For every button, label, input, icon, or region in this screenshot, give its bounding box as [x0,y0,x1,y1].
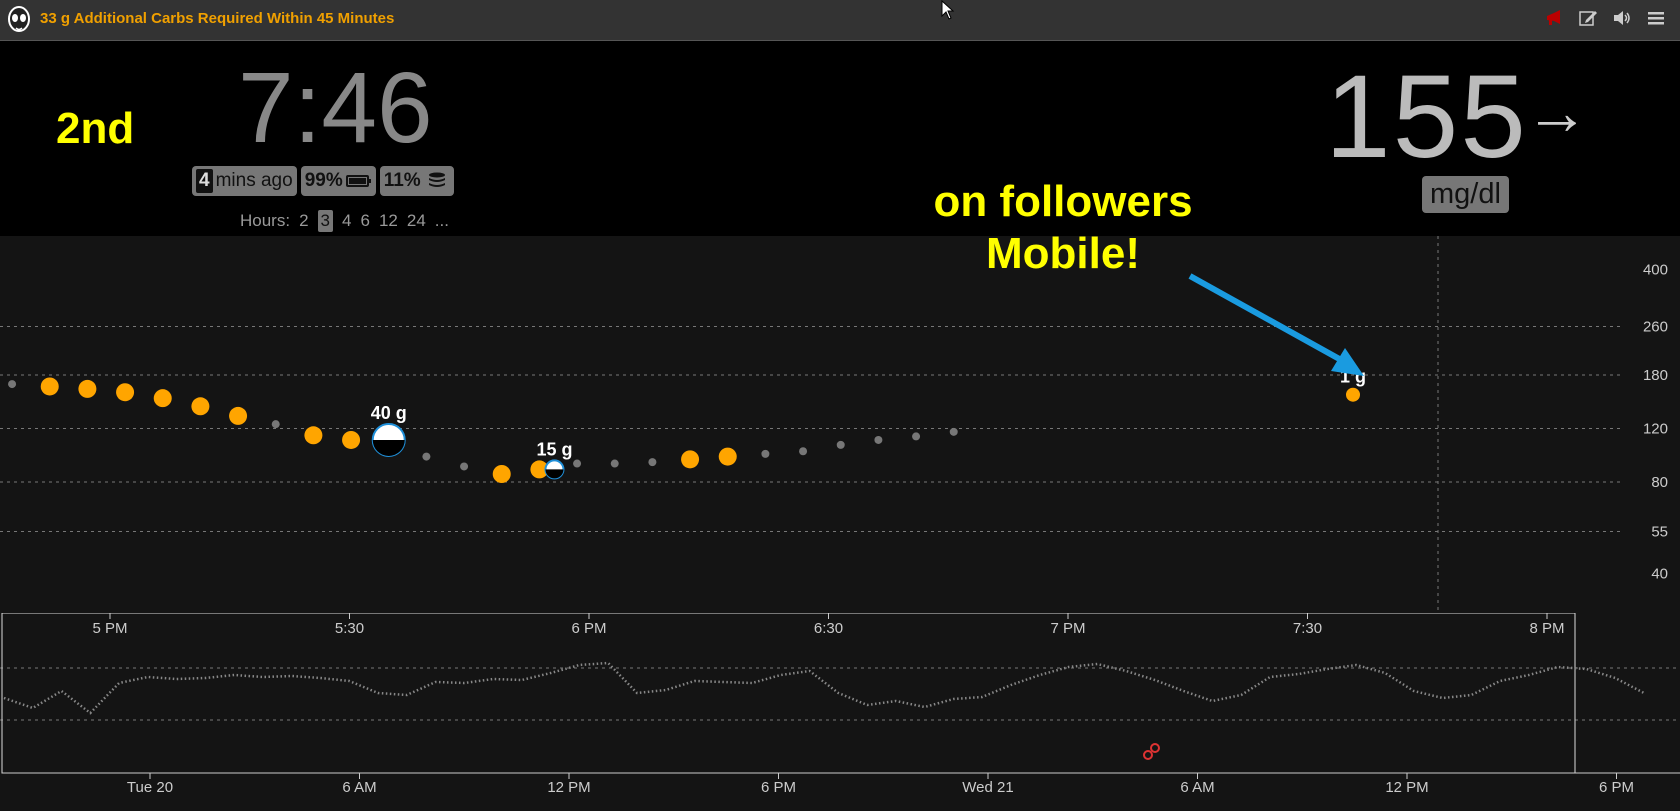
y-tick-label: 40 [1651,565,1668,582]
annotation-text: on followers Mobile! [900,176,1226,280]
x-tick-label: 7:30 [1293,620,1322,637]
glucose-reading-point[interactable] [836,440,845,449]
x-tick-label: 8 PM [1529,620,1564,637]
annotation-line-1: on followers [933,177,1193,226]
context-tick-label: Wed 21 [962,779,1013,796]
top-bar: 33 g Additional Carbs Required Within 45… [0,0,1680,41]
treatment-marker[interactable] [1346,387,1360,402]
hours-option-2[interactable]: 2 [299,211,308,231]
glucose-reading-point[interactable] [949,427,958,436]
hours-option-3[interactable]: 3 [317,210,334,232]
carb-amount-label: 15 g [536,439,572,459]
reservoir-pill: 11% [379,166,454,196]
glucose-reading-point[interactable] [718,447,737,466]
focus-chart[interactable]: 40026018012080554040 g15 g1 g [0,236,1680,613]
context-tick-label: 12 PM [547,779,590,796]
battery-pill: 99% [300,166,376,196]
hours-option-12[interactable]: 12 [379,211,398,231]
hours-label: Hours: [240,211,291,230]
menu-icon[interactable] [1646,8,1666,28]
y-tick-label: 80 [1651,474,1668,491]
glucose-reading-point[interactable] [648,458,657,467]
treatment-marker[interactable] [371,422,406,457]
reservoir-value: 11% [383,170,421,191]
x-tick-label: 5:30 [335,620,364,637]
mouse-cursor-icon [941,0,955,20]
glucose-reading-point[interactable] [610,459,619,468]
y-tick-label: 55 [1651,523,1668,540]
glucose-reading-point[interactable] [799,447,808,456]
context-tick-label: 6 PM [1599,779,1634,796]
nightscout-logo-icon [8,6,30,32]
minutes-ago-text: mins ago [215,170,293,191]
context-tick-label: 12 PM [1385,779,1428,796]
context-tick-label: 6 AM [342,779,376,796]
status-label: 2nd [56,104,135,153]
glucose-reading-point[interactable] [573,459,582,468]
glucose-reading-point[interactable] [40,377,59,396]
x-tick-label: 7 PM [1050,620,1085,637]
glucose-reading-point[interactable] [492,465,511,484]
hours-option-4[interactable]: 4 [342,211,351,231]
glucose-reading-point[interactable] [761,449,770,458]
minutes-ago-number: 4 [196,169,213,193]
annotation-line-2: Mobile! [986,229,1140,278]
glucose-reading-point[interactable] [116,383,135,402]
bg-value: 155 [1325,51,1528,183]
glucose-reading-point[interactable] [229,406,248,425]
carb-amount-label: 40 g [371,403,407,423]
y-tick-label: 180 [1643,367,1668,384]
x-tick-label: 6:30 [814,620,843,637]
glucose-reading-point[interactable] [271,420,280,429]
megaphone-icon[interactable] [1544,8,1564,28]
context-tick-label: 6 PM [761,779,796,796]
hours-option-24[interactable]: 24 [407,211,426,231]
glucose-reading-point[interactable] [912,432,921,441]
glucose-reading-point[interactable] [422,452,431,461]
glucose-reading-point[interactable] [874,435,883,444]
glucose-reading-point[interactable] [681,450,700,469]
glucose-reading-point[interactable] [8,380,17,389]
current-time: 7:46 [238,52,433,164]
hours-option-more[interactable]: ... [435,211,449,231]
glucose-reading-point[interactable] [342,430,361,449]
context-tick-label: 6 AM [1180,779,1214,796]
glucose-reading-point[interactable] [460,462,469,471]
edit-icon[interactable] [1578,8,1598,28]
battery-icon [345,175,371,187]
battery-value: 99% [304,170,343,191]
units-label: mg/dl [1422,176,1509,213]
context-chart[interactable]: 5 PM 5:30 6 PM 6:30 7 PM 7:30 8 PM Tue 20 6 AM 12… [0,613,1680,811]
y-tick-label: 400 [1643,262,1668,279]
hours-option-6[interactable]: 6 [360,211,369,231]
volume-icon[interactable] [1612,8,1632,28]
last-reading-pill: 4 mins ago [192,166,297,196]
glucose-reading-point[interactable] [153,389,172,408]
x-tick-label: 6 PM [571,620,606,637]
treatment-marker[interactable] [544,459,565,480]
alarm-title: 33 g Additional Carbs Required Within 45… [40,10,395,27]
glucose-reading-point[interactable] [191,397,210,416]
y-tick-label: 260 [1643,318,1668,335]
database-icon [428,172,445,187]
x-tick-label: 5 PM [92,620,127,637]
context-tick-label: Tue 20 [127,779,173,796]
y-tick-label: 120 [1643,421,1668,438]
hours-selector: Hours: 2 3 4 6 12 24 ... [240,210,449,232]
trend-arrow-icon: → [1525,76,1589,148]
glucose-reading-point[interactable] [304,426,323,445]
glucose-reading-point[interactable] [78,379,97,398]
